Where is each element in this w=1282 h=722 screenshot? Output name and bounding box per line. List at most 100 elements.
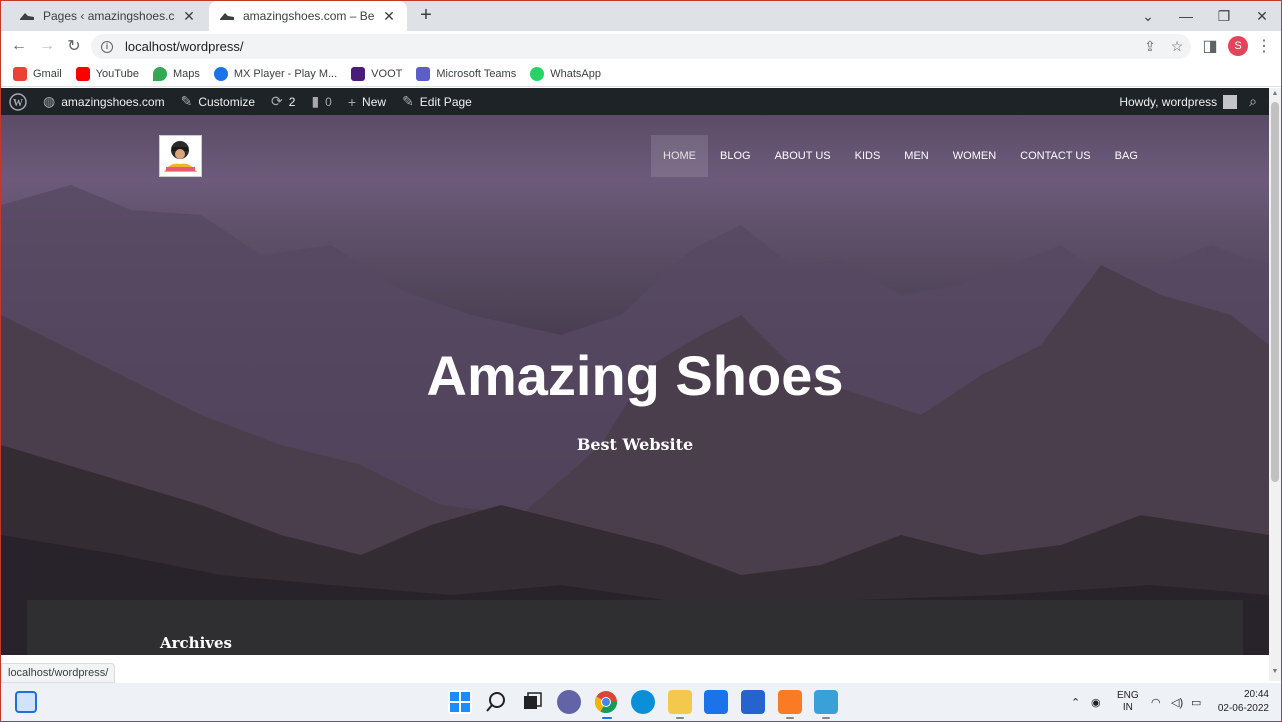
chat-icon[interactable] — [557, 690, 581, 714]
share-icon[interactable]: ⇪ — [1139, 34, 1161, 59]
mx-player-icon — [213, 66, 228, 81]
bookmark-label: VOOT — [371, 67, 403, 80]
chrome-running-indicator — [602, 717, 612, 719]
lang-bottom: IN — [1122, 702, 1133, 713]
youtube-icon — [75, 66, 90, 81]
volume-icon[interactable]: ◁) — [1171, 683, 1183, 721]
tab-amazingshoes[interactable]: amazingshoes.com – Best Shoes ✕ — [209, 1, 407, 31]
wp-customize[interactable]: ✎ Customize — [181, 93, 255, 110]
battery-icon[interactable]: ▭ — [1191, 683, 1201, 721]
address-bar[interactable]: i localhost/wordpress/ ⇪ ☆ — [91, 34, 1191, 59]
bookmark-gmail[interactable]: Gmail — [13, 66, 62, 81]
store-icon[interactable] — [741, 690, 765, 714]
reload-icon[interactable]: ↻ — [62, 35, 86, 57]
url-text: localhost/wordpress/ — [125, 39, 244, 54]
security-icon[interactable]: ◉ — [1091, 683, 1101, 721]
tab-close-icon[interactable]: ✕ — [181, 8, 197, 25]
pencil-icon: ✎ — [402, 93, 414, 109]
nav-men[interactable]: MEN — [892, 135, 940, 177]
wordpress-logo-icon[interactable]: W — [9, 92, 27, 111]
widgets-icon[interactable] — [15, 691, 37, 713]
menu-icon[interactable]: ⋮ — [1252, 35, 1276, 57]
wp-search-icon[interactable]: ⌕ — [1249, 93, 1257, 110]
main-navigation: HOME BLOG ABOUT US KIDS MEN WOMEN CONTAC… — [651, 135, 1150, 177]
bookmark-label: WhatsApp — [550, 67, 601, 80]
notepad-icon[interactable] — [814, 690, 838, 714]
bookmark-maps[interactable]: Maps — [152, 66, 200, 81]
new-tab-button[interactable]: + — [415, 5, 437, 27]
archives-heading: Archives — [160, 634, 232, 652]
forward-icon[interactable]: → — [35, 35, 59, 57]
side-panel-icon[interactable]: ◨ — [1198, 35, 1222, 57]
close-window-button[interactable]: ✕ — [1243, 1, 1281, 31]
browser-toolbar: ← → ↻ i localhost/wordpress/ ⇪ ☆ ◨ S ⋮ — [1, 31, 1281, 61]
bookmark-voot[interactable]: VOOT — [351, 66, 403, 81]
gmail-icon — [13, 66, 27, 81]
site-logo[interactable] — [159, 135, 202, 177]
wp-new[interactable]: + New — [348, 94, 386, 110]
bookmark-star-icon[interactable]: ☆ — [1166, 34, 1188, 59]
nav-about-us[interactable]: ABOUT US — [763, 135, 843, 177]
file-explorer-icon[interactable] — [668, 690, 692, 714]
scroll-thumb[interactable] — [1271, 102, 1279, 482]
bookmark-teams[interactable]: Microsoft Teams — [416, 66, 516, 81]
bookmark-label: YouTube — [95, 67, 139, 80]
edge-icon[interactable] — [631, 690, 655, 714]
tab-close-icon[interactable]: ✕ — [381, 8, 397, 25]
wp-site-name: amazingshoes.com — [61, 94, 165, 109]
nav-home[interactable]: HOME — [651, 135, 708, 177]
bookmark-youtube[interactable]: YouTube — [75, 66, 139, 81]
shoe-favicon-icon — [20, 13, 34, 20]
bookmark-whatsapp[interactable]: WhatsApp — [530, 66, 601, 81]
archives-widget: Archives — [27, 600, 1243, 655]
tab-pages[interactable]: Pages ‹ amazingshoes.com — W ✕ — [9, 1, 207, 31]
scroll-up-icon[interactable]: ▲ — [1271, 90, 1279, 97]
language-indicator[interactable]: ENG IN — [1117, 683, 1139, 721]
profile-avatar[interactable]: S — [1228, 36, 1248, 56]
updates-icon: ⟳ — [271, 93, 283, 109]
start-icon[interactable] — [448, 690, 472, 714]
maximize-button[interactable]: ❐ — [1205, 1, 1243, 31]
back-icon[interactable]: ← — [7, 35, 31, 57]
wp-edit-page[interactable]: ✎ Edit Page — [402, 93, 472, 110]
browser-tab-strip: Pages ‹ amazingshoes.com — W ✕ amazingsh… — [1, 1, 1281, 31]
scroll-down-icon[interactable]: ▼ — [1271, 668, 1279, 675]
maps-icon — [152, 66, 167, 81]
clock-date: 02-06-2022 — [1217, 703, 1269, 714]
wifi-icon[interactable]: ◠ — [1151, 683, 1161, 721]
page-scrollbar[interactable]: ▲ ▼ — [1269, 88, 1281, 681]
hero-title: Amazing Shoes — [426, 344, 844, 407]
nav-women[interactable]: WOMEN — [941, 135, 1008, 177]
hero-subtitle: Best Website — [576, 435, 694, 454]
bookmark-mx-player[interactable]: MX Player - Play M... — [213, 66, 338, 81]
wp-updates-count: 2 — [288, 94, 296, 109]
teams-icon — [416, 66, 431, 81]
wp-howdy[interactable]: Howdy, wordpress — [1119, 95, 1217, 109]
dashboard-icon: ◍ — [43, 93, 56, 109]
system-clock[interactable]: 20:44 02-06-2022 — [1218, 688, 1269, 716]
wp-updates[interactable]: ⟳ 2 — [271, 93, 295, 110]
xampp-icon[interactable] — [778, 690, 802, 714]
minimize-button[interactable]: — — [1167, 1, 1205, 31]
task-view-icon[interactable] — [520, 690, 544, 714]
wp-site-link[interactable]: ◍ amazingshoes.com — [43, 93, 165, 110]
search-icon[interactable] — [484, 690, 508, 714]
lang-top: ENG — [1117, 690, 1139, 701]
nav-kids[interactable]: KIDS — [843, 135, 893, 177]
chrome-icon[interactable] — [594, 690, 618, 714]
bookmark-label: Gmail — [33, 67, 62, 80]
mail-icon[interactable] — [704, 690, 728, 714]
tray-overflow-icon[interactable]: ⌃ — [1071, 683, 1080, 721]
tab-search-icon[interactable]: ⌄ — [1129, 1, 1167, 31]
user-avatar[interactable] — [1223, 94, 1238, 109]
status-bubble: localhost/wordpress/ — [1, 663, 116, 683]
nav-bag[interactable]: BAG — [1103, 135, 1150, 177]
bookmark-label: MX Player - Play M... — [233, 67, 338, 80]
wp-new-label: New — [362, 94, 387, 109]
site-info-icon[interactable]: i — [101, 40, 113, 53]
shoe-favicon-icon — [220, 13, 234, 20]
nav-contact-us[interactable]: CONTACT US — [1008, 135, 1103, 177]
tab-title: Pages ‹ amazingshoes.com — W — [43, 9, 175, 23]
wp-comments[interactable]: ▮ 0 — [311, 93, 331, 110]
nav-blog[interactable]: BLOG — [708, 135, 763, 177]
